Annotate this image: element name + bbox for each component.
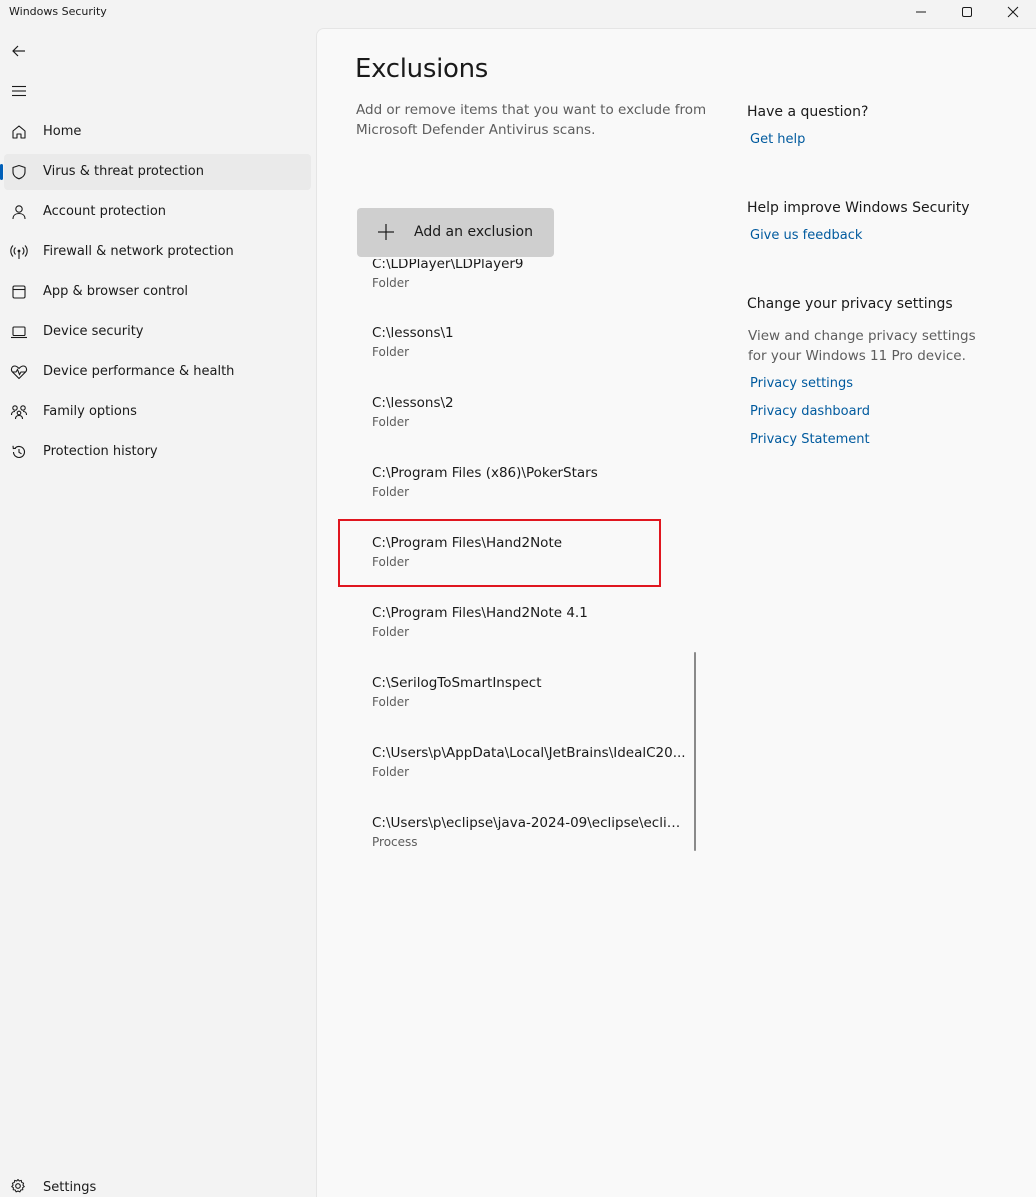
exclusion-type: Process bbox=[372, 835, 418, 849]
exclusion-item[interactable]: C:\Users\p\eclipse\java-2024-09\eclipse\… bbox=[357, 815, 697, 859]
content-area: Exclusions Add or remove items that you … bbox=[316, 28, 1036, 1197]
exclusion-path: C:\Program Files\Hand2Note 4.1 bbox=[372, 605, 588, 621]
gear-icon bbox=[10, 1178, 26, 1197]
exclusion-path: C:\LDPlayer\LDPlayer9 bbox=[372, 259, 524, 272]
title-bar: Windows Security bbox=[0, 0, 1036, 28]
hamburger-menu-icon bbox=[12, 85, 26, 97]
sidebar-item-label: Home bbox=[43, 124, 82, 139]
question-heading: Have a question? bbox=[747, 104, 869, 120]
exclusion-path: C:\Users\p\AppData\Local\JetBrains\Ideal… bbox=[372, 745, 686, 761]
highlight-annotation-box bbox=[338, 519, 661, 587]
improve-heading: Help improve Windows Security bbox=[747, 200, 970, 216]
get-help-link[interactable]: Get help bbox=[750, 132, 805, 147]
feedback-link[interactable]: Give us feedback bbox=[750, 228, 862, 243]
home-icon bbox=[10, 123, 28, 141]
active-indicator bbox=[0, 164, 3, 180]
page-description: Add or remove items that you want to exc… bbox=[356, 102, 707, 138]
heart-pulse-icon bbox=[10, 363, 28, 381]
maximize-icon bbox=[962, 7, 972, 17]
sidebar-item-protection-history[interactable]: Protection history bbox=[4, 434, 311, 470]
sidebar-item-label: Device security bbox=[43, 324, 144, 339]
add-exclusion-label: Add an exclusion bbox=[414, 224, 533, 240]
sidebar-item-device-security[interactable]: Device security bbox=[4, 314, 311, 350]
exclusion-type: Folder bbox=[372, 276, 410, 290]
privacy-heading: Change your privacy settings bbox=[747, 296, 953, 312]
shield-icon bbox=[10, 163, 28, 181]
sidebar-item-label: Firewall & network protection bbox=[43, 244, 234, 259]
exclusion-item[interactable]: C:\Users\p\AppData\Local\JetBrains\Ideal… bbox=[357, 745, 697, 815]
exclusion-path: C:\SerilogToSmartInspect bbox=[372, 675, 542, 691]
sidebar-item-label: App & browser control bbox=[43, 284, 189, 299]
exclusion-type: Folder bbox=[372, 415, 410, 429]
sidebar-item-family-options[interactable]: Family options bbox=[4, 394, 311, 430]
exclusion-path: C:\Program Files (x86)\PokerStars bbox=[372, 465, 598, 481]
sidebar-item-label: Family options bbox=[43, 404, 137, 419]
sidebar-item-account-protection[interactable]: Account protection bbox=[4, 194, 311, 230]
exclusion-type: Folder bbox=[372, 345, 410, 359]
sidebar-item-settings[interactable]: Settings bbox=[4, 1175, 311, 1197]
exclusion-type: Folder bbox=[372, 695, 410, 709]
privacy-statement-link[interactable]: Privacy Statement bbox=[750, 432, 870, 447]
page-title: Exclusions bbox=[355, 54, 489, 84]
person-icon bbox=[10, 203, 28, 221]
add-exclusion-button[interactable]: Add an exclusion bbox=[357, 208, 554, 257]
privacy-dashboard-link[interactable]: Privacy dashboard bbox=[750, 404, 870, 419]
exclusion-item[interactable]: C:\lessons\2 Folder bbox=[357, 395, 697, 465]
minimize-button[interactable] bbox=[898, 0, 944, 24]
exclusion-path: C:\Users\p\eclipse\java-2024-09\eclipse\… bbox=[372, 815, 687, 831]
sidebar-item-firewall[interactable]: Firewall & network protection bbox=[4, 234, 311, 270]
back-button[interactable] bbox=[4, 36, 34, 66]
exclusion-item[interactable]: C:\Program Files\Hand2Note 4.1 Folder bbox=[357, 605, 697, 675]
sidebar: Home Virus & threat protection Account p… bbox=[0, 28, 316, 1197]
antenna-icon bbox=[10, 243, 28, 261]
exclusion-path: C:\lessons\1 bbox=[372, 325, 454, 341]
laptop-icon bbox=[10, 323, 28, 341]
menu-button[interactable] bbox=[4, 76, 34, 106]
sidebar-item-label: Account protection bbox=[43, 204, 167, 219]
sidebar-item-home[interactable]: Home bbox=[4, 114, 311, 150]
sidebar-item-label: Virus & threat protection bbox=[43, 164, 204, 179]
close-button[interactable] bbox=[990, 0, 1036, 24]
sidebar-item-label: Protection history bbox=[43, 444, 158, 459]
sidebar-item-label: Device performance & health bbox=[43, 364, 235, 379]
list-scrollbar[interactable] bbox=[694, 652, 696, 851]
exclusion-type: Folder bbox=[372, 625, 410, 639]
plus-icon bbox=[377, 223, 395, 245]
exclusion-type: Folder bbox=[372, 485, 410, 499]
back-arrow-icon bbox=[12, 45, 25, 57]
sidebar-item-app-browser-control[interactable]: App & browser control bbox=[4, 274, 311, 310]
family-icon bbox=[10, 403, 28, 421]
maximize-button[interactable] bbox=[944, 0, 990, 24]
browser-window-icon bbox=[10, 283, 28, 301]
history-icon bbox=[10, 443, 28, 461]
exclusion-item[interactable]: C:\LDPlayer\LDPlayer9 Folder bbox=[357, 259, 697, 326]
privacy-description: View and change privacy settings for you… bbox=[748, 328, 976, 364]
exclusion-item[interactable]: C:\SerilogToSmartInspect Folder bbox=[357, 675, 697, 745]
sidebar-item-label: Settings bbox=[43, 1180, 97, 1195]
sidebar-item-virus-threat-protection[interactable]: Virus & threat protection bbox=[0, 154, 311, 190]
privacy-settings-link[interactable]: Privacy settings bbox=[750, 376, 853, 391]
exclusion-type: Folder bbox=[372, 765, 410, 779]
exclusion-path: C:\lessons\2 bbox=[372, 395, 454, 411]
sidebar-item-device-performance[interactable]: Device performance & health bbox=[4, 354, 311, 390]
close-icon bbox=[1007, 6, 1019, 18]
exclusion-item[interactable]: C:\lessons\1 Folder bbox=[357, 325, 697, 395]
minimize-icon bbox=[916, 11, 926, 13]
app-title: Windows Security bbox=[9, 5, 107, 18]
